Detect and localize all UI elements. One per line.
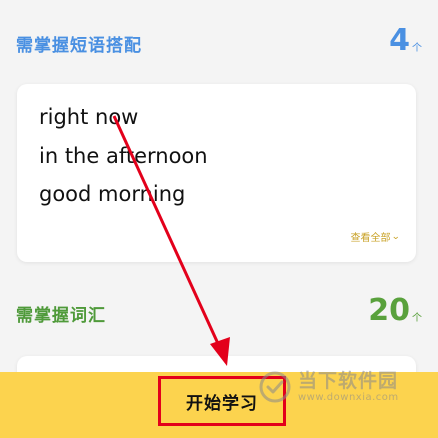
phrase-item: in the afternoon [39, 143, 208, 168]
phrase-item: right now [39, 105, 139, 129]
vocab-count-unit: 个 [412, 313, 422, 324]
phrase-item: good morning [39, 182, 186, 206]
vocab-count: 20 个 [368, 296, 422, 326]
vocab-count-number: 20 [368, 293, 410, 328]
view-all-label: 查看全部 [350, 233, 391, 244]
vocab-section-header: 需掌握词汇 20 个 [16, 296, 422, 327]
phrase-list: right now in the afternoon good morning [39, 102, 208, 218]
phrase-card: right now in the afternoon good morning … [17, 84, 416, 262]
vocab-section-title: 需掌握词汇 [16, 306, 106, 326]
chevron-down-icon: ⌄ [391, 231, 401, 242]
phrases-count-unit: 个 [412, 43, 422, 54]
phrases-section-header: 需掌握短语搭配 4 个 [16, 26, 422, 57]
phrases-count: 4 个 [389, 26, 422, 56]
phrases-count-number: 4 [389, 23, 410, 58]
phrases-section-title: 需掌握短语搭配 [16, 36, 142, 56]
start-learning-button[interactable]: 开始学习 [158, 376, 286, 426]
view-all-link[interactable]: 查看全部 ⌄ [350, 229, 401, 245]
